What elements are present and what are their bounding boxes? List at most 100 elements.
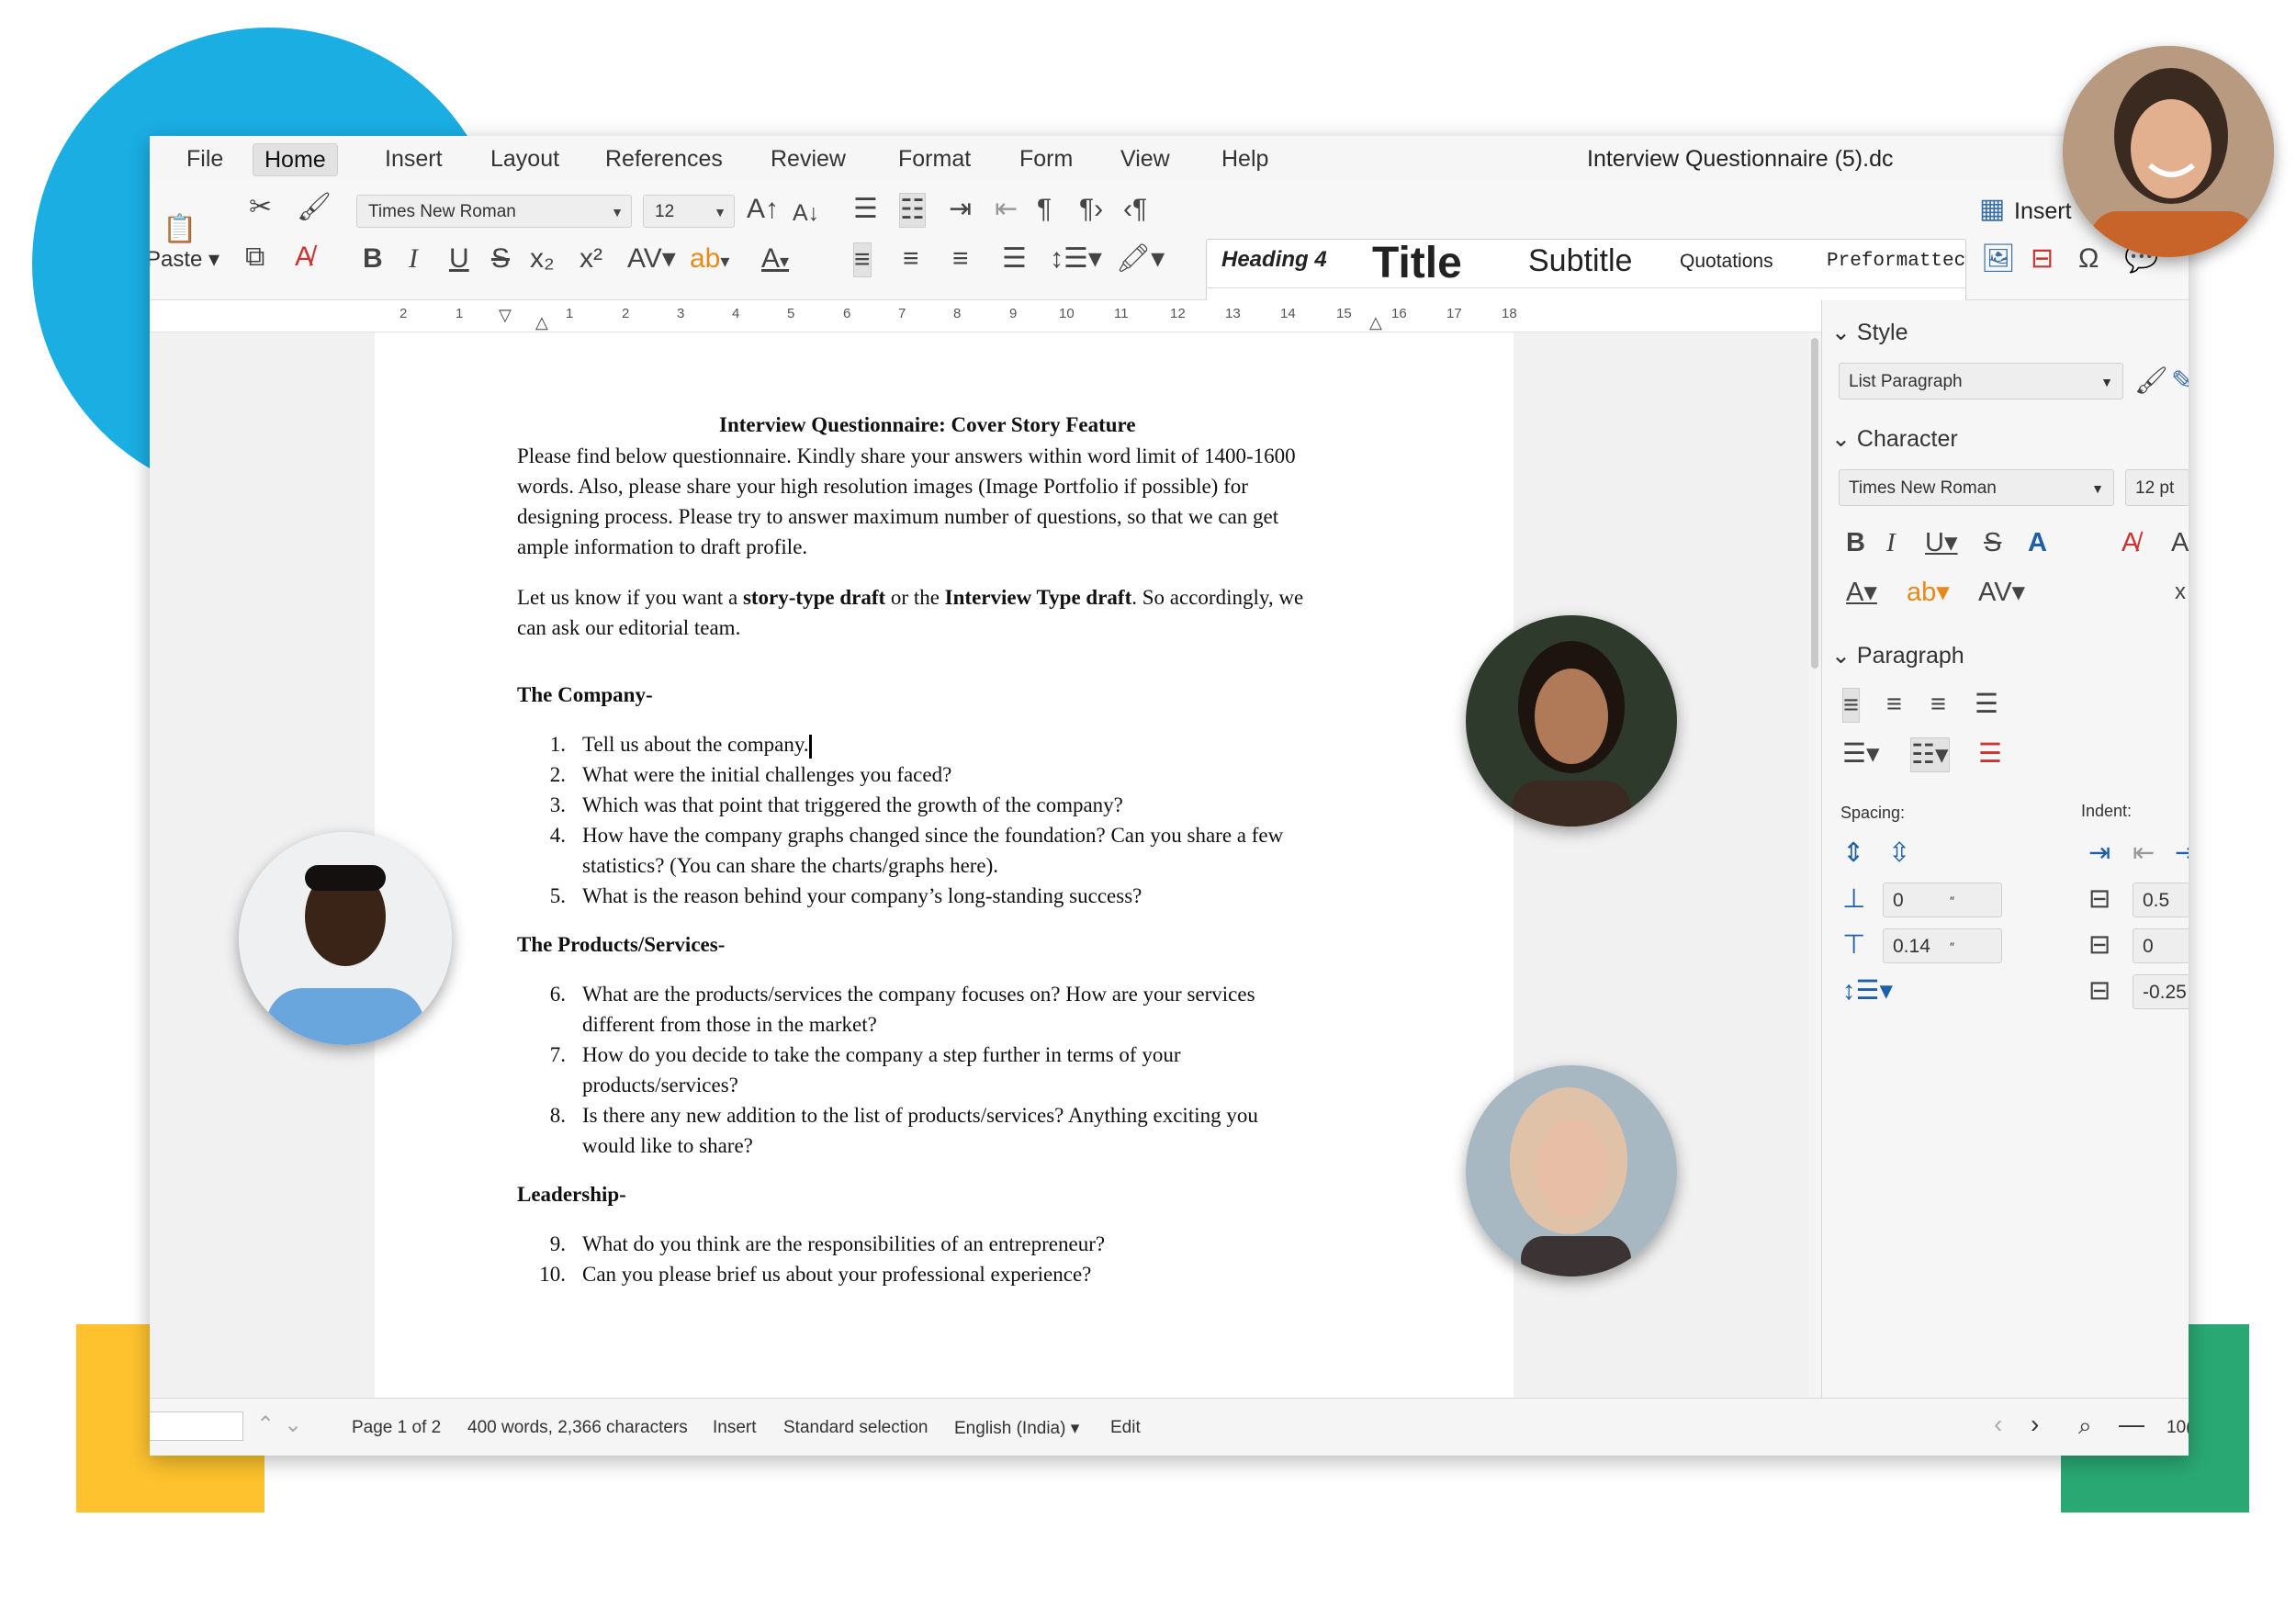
scrollbar-thumb[interactable] [1811,338,1818,669]
previous-page-icon[interactable]: ‹ [1994,1410,2002,1439]
strikethrough-icon[interactable]: S [491,242,510,275]
paragraph-style-select[interactable]: List Paragraph ▼ [1839,363,2123,399]
menu-references[interactable]: References [594,143,734,174]
word-count-status[interactable]: 400 words, 2,366 characters [467,1418,688,1438]
menu-form[interactable]: Form [1008,143,1084,174]
sidebar-decrease-indent-icon[interactable]: ⇤ [2133,837,2155,870]
copy-icon[interactable]: ⧉ [245,241,264,274]
first-line-indent-input[interactable]: -0.25 [2133,974,2189,1009]
after-text-indent-input[interactable]: 0 [2133,928,2189,963]
find-input[interactable] [150,1411,243,1441]
zoom-out-icon[interactable]: — [2119,1410,2144,1439]
page-break-icon[interactable]: ⊟ [2031,242,2054,275]
cut-icon[interactable]: ✂ [249,191,272,224]
language-status[interactable]: English (India) ▾ [954,1418,1079,1439]
menu-help[interactable]: Help [1210,143,1279,174]
menu-view[interactable]: View [1109,143,1181,174]
new-style-icon[interactable]: ✎ [2171,365,2189,398]
above-paragraph-spacing-input[interactable]: 0 ″ [1883,883,2002,917]
sidebar-justify-icon[interactable]: ☰ [1975,688,1998,721]
sidebar-font-name-select[interactable]: Times New Roman ▼ [1839,469,2114,506]
sidebar-increase-indent-icon[interactable]: ⇥ [2088,837,2110,870]
page-number-status[interactable]: Page 1 of 2 [352,1418,441,1438]
find-next-icon[interactable]: ⌄ [284,1411,302,1438]
shrink-font-icon[interactable]: A↓ [793,197,819,230]
sidebar-clear-formatting-icon[interactable]: A̸ [2122,526,2139,559]
sidebar-align-left-icon[interactable]: ≡ [1842,688,1860,723]
clear-formatting-icon[interactable]: A̸ [295,241,313,274]
ltr-icon[interactable]: ¶› [1079,193,1103,226]
superscript-icon[interactable]: x² [580,242,602,275]
sidebar-subscript-icon[interactable]: x [2175,576,2186,609]
below-paragraph-spacing-input[interactable]: 0.14 ″ [1883,928,2002,963]
menu-home[interactable]: Home [253,143,338,176]
clone-formatting-icon[interactable]: 🖌 [297,191,332,224]
font-size-select[interactable]: 12 ▼ [643,195,735,228]
pilcrow-icon[interactable]: ¶ [1037,193,1052,226]
menu-file[interactable]: File [175,143,234,174]
sidebar-underline-icon[interactable]: U▾ [1925,526,1958,559]
paste-button[interactable]: Paste ▾ [150,246,219,273]
zoom-level[interactable]: 10( [2167,1418,2189,1438]
highlight-icon[interactable]: ab▾ [690,242,729,275]
next-page-icon[interactable]: › [2031,1410,2039,1439]
first-line-indent-marker[interactable]: ▽ [499,298,512,332]
vertical-scrollbar[interactable] [1808,332,1821,1398]
special-character-icon[interactable]: Ω [2078,242,2099,275]
character-spacing-icon[interactable]: AV▾ [627,242,676,275]
paragraph-section-header[interactable]: ⌄ Paragraph [1831,642,1964,669]
sidebar-align-right-icon[interactable]: ≡ [1930,688,1946,721]
style-preformatted[interactable]: Preformattec [1827,251,1965,272]
rtl-icon[interactable]: ‹¶ [1123,193,1147,226]
font-name-select[interactable]: Times New Roman ▼ [356,195,632,228]
underline-icon[interactable]: U [449,242,469,275]
increase-spacing-icon[interactable]: ⇕ [1842,837,1864,870]
menu-format[interactable]: Format [887,143,982,174]
table-icon[interactable]: ▦ [1979,193,2005,226]
sidebar-numbering-icon[interactable]: ☷▾ [1910,737,1950,772]
before-text-indent-input[interactable]: 0.5 [2133,883,2189,917]
indent-icon[interactable]: ⇥ [949,193,972,226]
justify-icon[interactable]: ☰ [1002,242,1027,275]
menu-review[interactable]: Review [760,143,857,174]
style-quotations[interactable]: Quotations [1680,251,1773,273]
sidebar-font-color-icon[interactable]: A▾ [1846,576,1877,609]
paste-icon[interactable]: 📋 [163,213,197,246]
sidebar-line-spacing-icon[interactable]: ↕☰▾ [1842,974,1893,1007]
sidebar-highlight-icon[interactable]: ab▾ [1907,576,1950,609]
horizontal-ruler[interactable]: 2 1 1 2 3 4 5 6 7 8 9 10 11 12 13 14 15 … [150,300,1821,332]
font-color-icon[interactable]: A▾ [761,242,789,275]
style-subtitle[interactable]: Subtitle [1528,243,1632,279]
subscript-icon[interactable]: x₂ [530,242,555,275]
insert-table-button[interactable]: Insert [2014,195,2072,228]
align-right-icon[interactable]: ≡ [952,242,969,275]
find-previous-icon[interactable]: ⌃ [256,1411,275,1438]
line-spacing-icon[interactable]: ↕☰▾ [1050,242,1102,275]
sidebar-bold-icon[interactable]: B [1846,526,1865,559]
sidebar-no-list-icon[interactable]: ☰ [1978,737,2002,770]
italic-icon[interactable]: I [409,242,418,275]
character-section-header[interactable]: ⌄ Character [1831,425,1958,453]
sidebar-shadow-icon[interactable]: A [2028,526,2047,559]
menu-layout[interactable]: Layout [479,143,570,174]
grow-font-icon[interactable]: A↑ [747,193,779,226]
align-left-icon[interactable]: ≡ [853,242,872,277]
sidebar-font-size-select[interactable]: 12 pt [2125,469,2189,506]
document-page[interactable]: Interview Questionnaire: Cover Story Fea… [375,332,1514,1398]
style-title[interactable]: Title [1372,238,1462,288]
bold-icon[interactable]: B [363,242,383,275]
image-icon[interactable]: 🖼 [1981,242,2016,275]
sidebar-font-effects-icon[interactable]: A [2171,526,2189,559]
style-heading4[interactable]: Heading 4 [1221,247,1327,273]
sidebar-strikethrough-icon[interactable]: S [1984,526,2001,559]
sidebar-hanging-indent-icon[interactable]: ⇥ [2175,837,2189,870]
update-style-icon[interactable]: 🖌 [2134,365,2168,398]
outdent-icon[interactable]: ⇤ [995,193,1018,226]
style-section-header[interactable]: ⌄ Style [1831,319,1908,346]
sidebar-italic-icon[interactable]: I [1886,526,1896,559]
menu-insert[interactable]: Insert [374,143,454,174]
zoom-icon[interactable]: ⌕ [2078,1411,2092,1441]
bullets-icon[interactable]: ☰ [853,193,878,226]
insert-mode-status[interactable]: Insert [713,1418,757,1438]
sidebar-bullets-icon[interactable]: ☰▾ [1842,737,1880,770]
